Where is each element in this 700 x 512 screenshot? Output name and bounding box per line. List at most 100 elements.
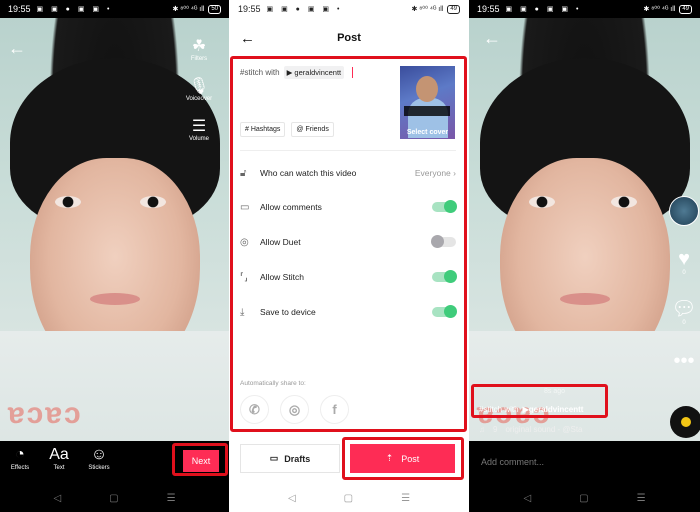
- hashtags-button[interactable]: # Hashtags: [240, 122, 286, 137]
- like-button[interactable]: ♥ 0: [670, 248, 698, 276]
- filters-tool[interactable]: ☘ Filters: [179, 38, 219, 62]
- save-to-device-toggle[interactable]: [432, 305, 457, 318]
- cover-thumbnail[interactable]: Select cover: [400, 66, 455, 139]
- setting-label: Allow Duet: [260, 237, 301, 247]
- voiceover-label: Voiceover: [185, 96, 213, 102]
- battery-icon: 49: [447, 4, 460, 14]
- drafts-button[interactable]: ▭ Drafts: [240, 444, 340, 473]
- post-label: Post: [401, 453, 420, 464]
- status-time: 19:55: [477, 4, 500, 14]
- editor-toolbar: ◔ Effects Aa Text ☺ Stickers Next: [0, 441, 229, 484]
- sound-name: original sound - @Sta: [505, 425, 583, 434]
- who-can-watch-row[interactable]: 🔓︎ Who can watch this video Everyone ›: [240, 163, 456, 183]
- system-nav-bar: ◁ ▢ ☰: [230, 484, 468, 512]
- video-player[interactable]: ɐɔɐɔ: [469, 18, 700, 441]
- stickers-tool[interactable]: ☺ Stickers: [79, 445, 119, 471]
- nav-menu-icon[interactable]: ☰: [167, 493, 176, 504]
- voiceover-tool[interactable]: 🎙 Voiceover: [179, 78, 219, 102]
- nav-back-icon[interactable]: ◁: [53, 493, 61, 504]
- nav-back-icon[interactable]: ◁: [288, 493, 296, 504]
- text-label: Text: [53, 465, 65, 471]
- toggle-knob: [444, 270, 457, 283]
- back-arrow-icon[interactable]: ←: [483, 28, 501, 49]
- video-mouth: [559, 293, 610, 305]
- instagram-icon[interactable]: ◎: [280, 395, 309, 424]
- facebook-icon[interactable]: f: [320, 395, 349, 424]
- stickers-label: Stickers: [88, 465, 110, 471]
- nav-home-icon[interactable]: ▢: [579, 493, 588, 504]
- nav-menu-icon[interactable]: ☰: [401, 493, 410, 504]
- filters-label: Filters: [190, 56, 208, 62]
- nav-back-icon[interactable]: ◁: [523, 493, 531, 504]
- comment-placeholder: Add comment...: [481, 457, 545, 467]
- divider: [240, 150, 456, 151]
- signal-icons: ✱ ⁸⁰⁰ ⁴ᴳ ıll: [411, 6, 444, 13]
- text-icon: Aa: [49, 446, 69, 463]
- nav-home-icon[interactable]: ▢: [344, 493, 353, 504]
- friends-button[interactable]: @ Friends: [291, 122, 334, 137]
- volume-label: Volume: [188, 136, 209, 142]
- duet-icon: ◎: [240, 236, 249, 248]
- setting-label: Allow Stitch: [260, 272, 304, 282]
- filters-icon: ☘: [191, 38, 207, 55]
- cover-person: [416, 76, 438, 102]
- allow-stitch-row: ⸢⸥ Allow Stitch: [240, 267, 457, 287]
- status-time: 19:55: [238, 4, 261, 14]
- video-eye: [611, 196, 637, 208]
- share-targets: ✆ ◎ f: [240, 395, 349, 424]
- allow-stitch-toggle[interactable]: [432, 270, 457, 283]
- text-cursor: [352, 67, 354, 78]
- status-time: 19:55: [8, 4, 31, 14]
- back-arrow-icon[interactable]: ←: [8, 38, 26, 59]
- comment-bubble-icon: 💬︎: [671, 298, 697, 320]
- share-label: Automatically share to:: [240, 380, 306, 387]
- allow-duet-toggle[interactable]: [431, 235, 456, 248]
- status-bar: 19:55 ▣ ▣ ● ▣ ▣ • ✱ ⁸⁰⁰ ⁴ᴳ ıll 50: [0, 0, 229, 18]
- signal-icons: ✱ ⁸⁰⁰ ⁴ᴳ ıll: [643, 6, 676, 13]
- mention-tag[interactable]: ▶ geraldvincentt: [283, 66, 345, 79]
- allow-duet-row: ◎ Allow Duet: [240, 232, 456, 252]
- stickers-icon: ☺: [90, 446, 108, 463]
- video-editor-screen: 19:55 ▣ ▣ ● ▣ ▣ • ✱ ⁸⁰⁰ ⁴ᴳ ıll 50 ɐɔɐɔ ← …: [0, 0, 229, 512]
- music-note-icon: ♫: [479, 425, 485, 434]
- whatsapp-icon[interactable]: ✆: [240, 395, 269, 424]
- more-dots-icon: •••: [673, 350, 695, 372]
- caption-input[interactable]: #stitch with ▶ geraldvincentt: [240, 66, 354, 79]
- nav-home-icon[interactable]: ▢: [109, 493, 118, 504]
- setting-label: Who can watch this video: [260, 168, 357, 178]
- battery-icon: 50: [208, 4, 221, 14]
- post-button[interactable]: ⇡ Post: [350, 444, 455, 473]
- chevron-right-icon: ›: [453, 168, 456, 178]
- setting-label: Allow comments: [260, 202, 322, 212]
- system-nav-bar: ◁ ▢ ☰: [469, 484, 700, 512]
- effects-tool[interactable]: ◔ Effects: [0, 445, 40, 471]
- back-arrow-icon[interactable]: ←: [240, 30, 255, 47]
- who-can-watch-value: Everyone ›: [415, 168, 456, 178]
- sound-info[interactable]: ♫ 9 original sound - @Sta: [479, 425, 583, 434]
- video-viewer-screen: 19:55 ▣ ▣ ● ▣ ▣ • ✱ ⁸⁰⁰ ⁴ᴳ ıll 49 ɐɔɐɔ ← …: [469, 0, 700, 512]
- nav-menu-icon[interactable]: ☰: [637, 493, 646, 504]
- notification-icons: ▣ ▣ ● ▣ ▣ •: [505, 6, 582, 13]
- add-comment-input[interactable]: Add comment...: [469, 441, 700, 484]
- save-to-device-row: ⤓ Save to device: [240, 302, 457, 322]
- volume-tool[interactable]: ☰ Volume: [179, 118, 219, 142]
- text-tool[interactable]: Aa Text: [39, 445, 79, 471]
- music-disc-icon[interactable]: [670, 406, 700, 438]
- stitch-icon: ⸢⸥: [240, 271, 248, 283]
- avatar[interactable]: [669, 196, 699, 226]
- allow-comments-toggle[interactable]: [432, 200, 457, 213]
- caption-chips: # Hashtags @ Friends: [240, 122, 334, 137]
- pillow: ɐɔɐɔ: [0, 331, 229, 441]
- next-button[interactable]: Next: [183, 450, 219, 472]
- more-button[interactable]: •••: [670, 350, 698, 372]
- post-screen: 19:55 ▣ ▣ ● ▣ ▣ • ✱ ⁸⁰⁰ ⁴ᴳ ıll 49 ← Post …: [230, 0, 468, 512]
- drafts-label: Drafts: [284, 453, 311, 464]
- comment-button[interactable]: 💬︎ 0: [670, 298, 698, 326]
- allow-comments-row: ▭ Allow comments: [240, 197, 457, 217]
- status-bar: 19:55 ▣ ▣ ● ▣ ▣ • ✱ ⁸⁰⁰ ⁴ᴳ ıll 49: [469, 0, 700, 18]
- preview-eye: [140, 196, 166, 208]
- mention-link[interactable]: ▶geraldvincentt: [523, 405, 584, 414]
- lock-icon: 🔓︎: [240, 167, 247, 179]
- system-nav-bar: ◁ ▢ ☰: [0, 484, 229, 512]
- page-title: Post: [337, 32, 361, 44]
